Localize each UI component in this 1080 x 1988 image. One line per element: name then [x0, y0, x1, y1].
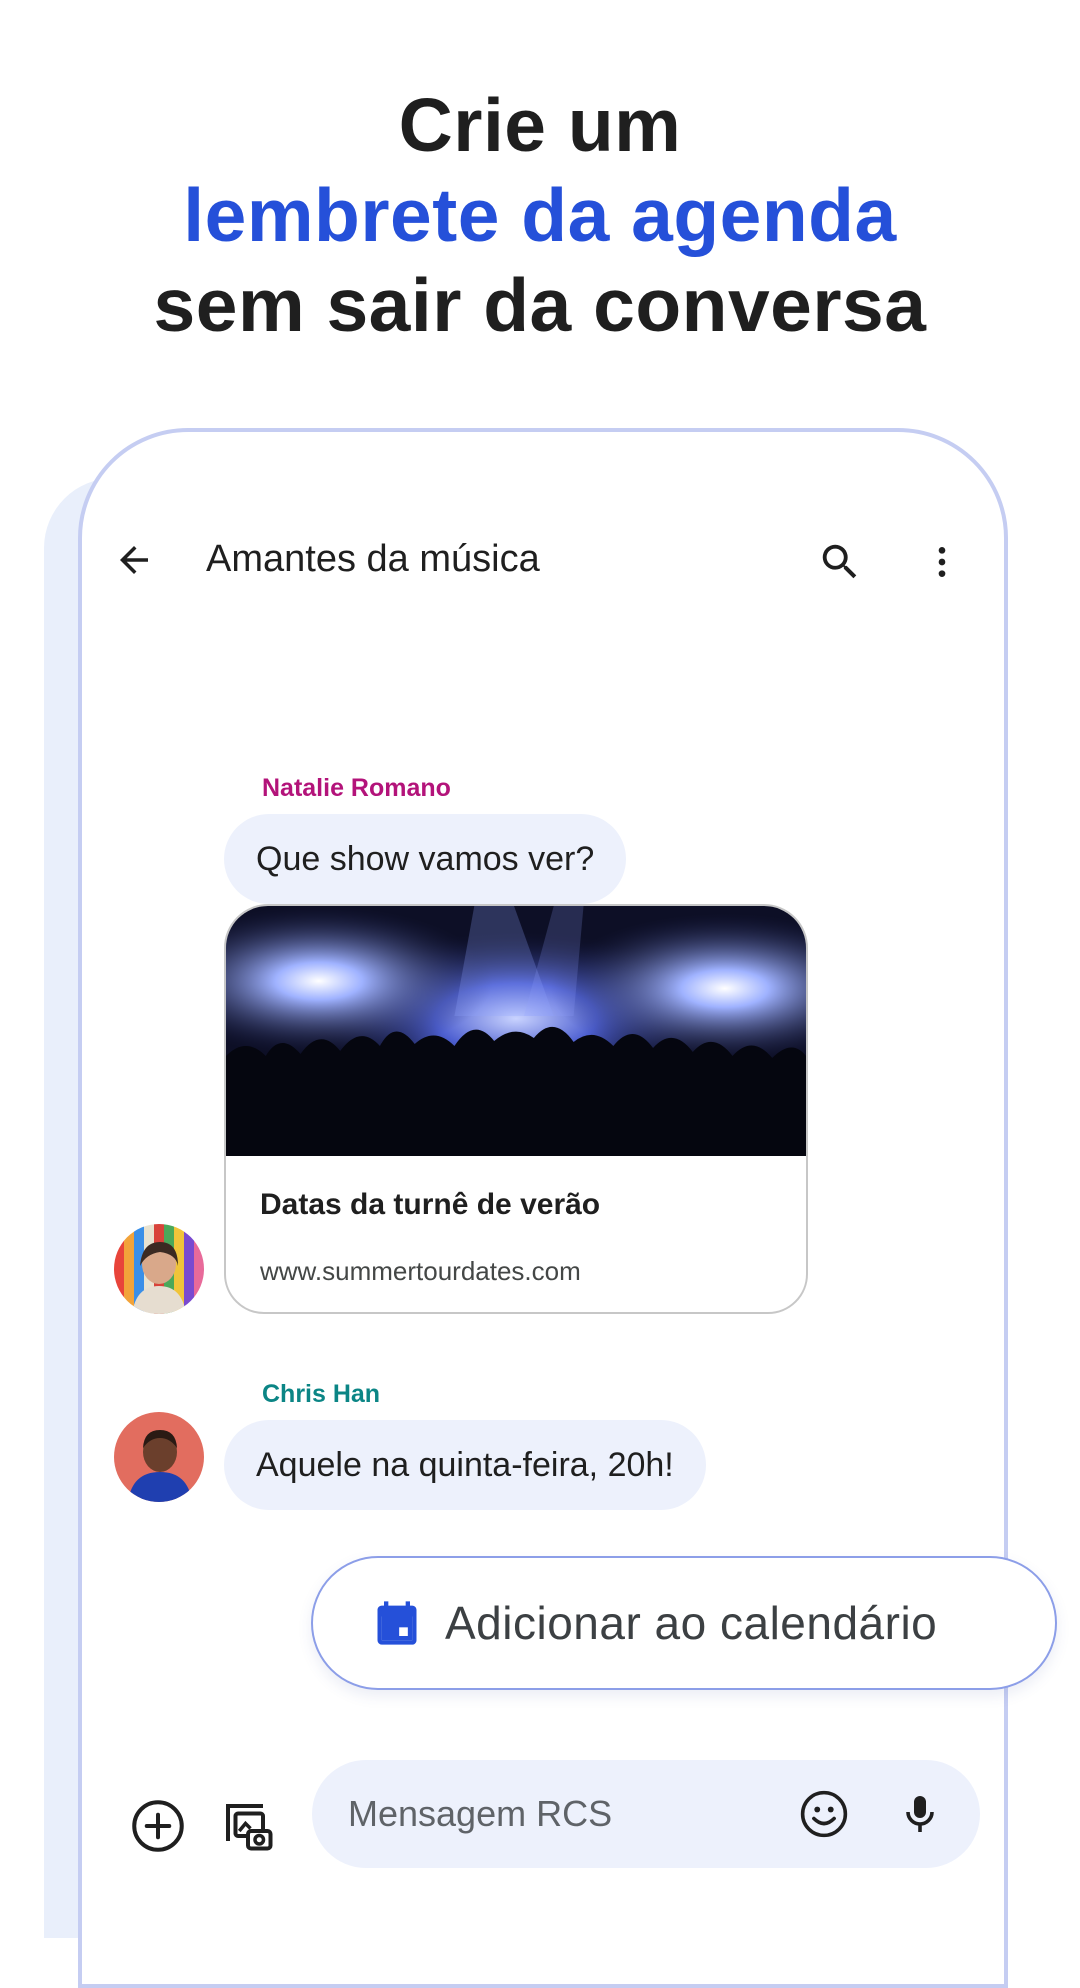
more-options-button[interactable]: [922, 532, 962, 592]
message-input[interactable]: [348, 1760, 748, 1868]
more-vert-icon: [938, 547, 946, 577]
sender-name-chris: Chris Han: [262, 1380, 381, 1408]
sender-name-natalie: Natalie Romano: [262, 774, 451, 802]
phone-frame: Amantes da música Natalie Romano Que sho…: [78, 428, 1008, 1988]
gallery-camera-icon: [226, 1804, 273, 1851]
message-composer: [312, 1760, 980, 1868]
message-bubble-natalie[interactable]: Que show vamos ver?: [224, 814, 627, 904]
link-preview-card[interactable]: Datas da turnê de verão www.summertourda…: [224, 904, 808, 1314]
avatar-chris: [114, 1412, 204, 1502]
arrow-back-icon: [120, 546, 148, 574]
media-button[interactable]: [216, 1794, 280, 1858]
headline-line-1: Crie um: [398, 83, 682, 167]
concert-image: [226, 906, 806, 1156]
emoji-button[interactable]: [794, 1784, 854, 1844]
headline-line-2: lembrete da agenda: [183, 173, 897, 257]
link-card-url: www.summertourdates.com: [260, 1256, 581, 1286]
search-icon: [822, 544, 857, 579]
calendar-icon: [377, 1601, 417, 1645]
add-circle-icon: [132, 1800, 184, 1852]
conversation-title: Amantes da música: [206, 538, 540, 580]
link-card-title: Datas da turnê de verão: [260, 1188, 601, 1221]
message-bubble-chris[interactable]: Aquele na quinta-feira, 20h!: [224, 1420, 706, 1510]
mic-icon: [906, 1796, 934, 1832]
search-button[interactable]: [810, 532, 870, 592]
avatar-natalie: [114, 1224, 204, 1314]
headline: Crie um lembrete da agenda sem sair da c…: [0, 80, 1080, 350]
emoji-icon: [800, 1790, 848, 1838]
add-button[interactable]: [126, 1794, 190, 1858]
mic-button[interactable]: [890, 1784, 950, 1844]
back-button[interactable]: [102, 532, 166, 588]
add-to-calendar-chip[interactable]: Adicionar ao calendário: [311, 1556, 1057, 1690]
headline-line-3: sem sair da conversa: [153, 263, 927, 347]
add-to-calendar-label: Adicionar ao calendário: [445, 1597, 938, 1649]
